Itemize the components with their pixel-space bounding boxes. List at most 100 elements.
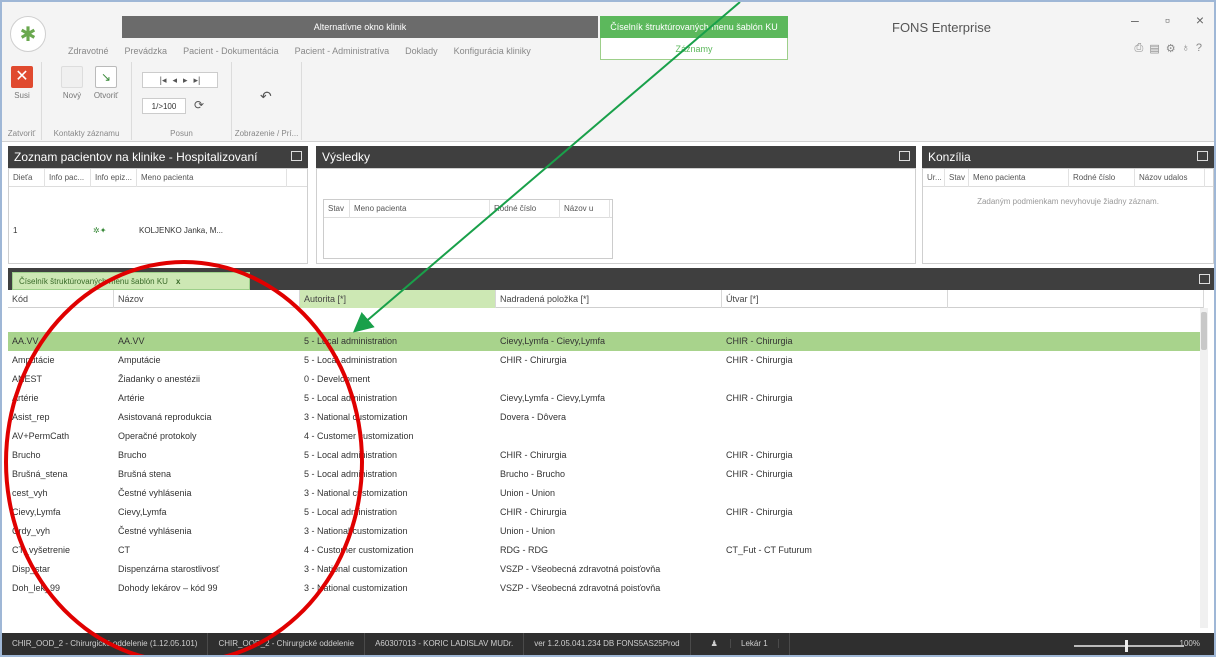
close-tab-icon[interactable]: x [176,277,180,286]
results-grid: Stav Meno pacienta Rodné číslo Názov u [323,199,613,259]
close-window-button[interactable]: × [1196,12,1204,28]
window-controls: – ▫ × [1131,12,1204,28]
first-page-icon[interactable]: |◂ [160,75,167,86]
col-nazov[interactable]: Názov u [560,199,610,218]
col-rodne-cislo[interactable]: Rodné číslo [1069,169,1135,187]
col-autorita[interactable]: Autorita [*] [300,290,496,308]
col-filler [948,290,1204,308]
cell-autorita: 0 - Development [304,374,371,384]
record-navigator: |◂ ◂ ▸ ▸| [142,72,218,88]
maximize-icon[interactable] [291,151,302,161]
cell-autorita: 5 - Local administration [304,355,398,365]
tab-doklady[interactable]: Doklady [397,42,446,60]
tab-zdravotne[interactable]: Zdravotné [60,42,117,60]
fons-logo-icon[interactable]: ✱ [10,16,46,52]
col-info-pac[interactable]: Info pac... [45,169,91,187]
col-meno-pacienta[interactable]: Meno pacienta [350,199,490,218]
help-icon[interactable]: ? [1196,42,1202,55]
group-kontakty: Nový ↘ Otvoriť Kontakty záznamu [42,62,132,140]
zoom-slider-thumb[interactable] [1125,640,1128,652]
next-page-icon[interactable]: ▸ [183,75,188,86]
status-department[interactable]: CHIR_OOD_2 - Chirurgické oddelenie (1.12… [2,633,209,655]
layout-icon[interactable]: ▤ [1149,42,1159,55]
page-counter[interactable]: 1/>100 [142,98,186,114]
print-icon[interactable]: ⎙ [1135,42,1144,55]
table-row[interactable]: cest_vyh Čestné vyhlásenia 3 - National cu… [8,484,1204,503]
cell-nazov: Čestné vyhlásenia [118,526,192,536]
table-row[interactable]: ANEST Žiadanky o anestézii 0 - Development [8,370,1204,389]
maximize-icon[interactable] [1197,151,1208,161]
new-button[interactable]: Nový [58,66,86,100]
col-stav[interactable]: Stav [324,199,350,218]
cell-nadradena: Cievy,Lymfa - Cievy,Lymfa [500,336,606,346]
panel-patients-header: Zoznam pacientov na klinike - Hospitaliz… [8,146,308,168]
cell-nazov: Brušná stena [118,469,172,479]
col-rodne-cislo[interactable]: Rodné číslo [490,199,560,218]
table-row[interactable]: Brušná_stena Brušná stena 5 - Local admini… [8,465,1204,484]
table-row[interactable]: Cievy,Lymfa Cievy,Lymfa 5 - Local administ… [8,503,1204,522]
table-row[interactable]: Disp_star Dispenzárna starostlivosť 3 - Na… [8,560,1204,579]
tab-pacient-dokumentacia[interactable]: Pacient - Dokumentácia [175,42,287,60]
close-icon: ✕ [11,66,33,88]
status-user[interactable]: ♟ Lekár 1 [691,633,790,655]
cell-nadradena [496,427,722,446]
table-row[interactable]: Artérie Artérie 5 - Local administration Ci… [8,389,1204,408]
col-kod[interactable]: Kód [8,290,114,308]
minimize-button[interactable]: – [1131,12,1139,28]
vertical-scrollbar[interactable] [1200,308,1208,628]
cell-nazov: Žiadanky o anestézii [118,374,201,384]
col-nadradena-polozka[interactable]: Nadradená položka [*] [496,290,722,308]
last-page-icon[interactable]: ▸| [194,75,201,86]
undo-icon[interactable]: ↶ [260,88,272,105]
settings-icon[interactable]: ⚙ [1166,42,1176,55]
refresh-icon[interactable]: ⟳ [194,98,204,112]
col-nazov-udalosti[interactable]: Názov udalos [1135,169,1205,187]
table-row[interactable]: Brucho Brucho 5 - Local administration CHIR… [8,446,1204,465]
tab-konfiguracia[interactable]: Konfigurácia kliniky [446,42,539,60]
scrollbar-thumb[interactable] [1201,312,1207,350]
table-row[interactable]: AV+PermCath Operačné protokoly 4 - Custome… [8,427,1204,446]
col-dieta[interactable]: Dieťa [9,169,45,187]
cell-nazov: Čestné vyhlásenia [118,488,192,498]
col-utvar[interactable]: Útvar [*] [722,290,948,308]
cell-utvar [722,579,948,598]
prev-page-icon[interactable]: ◂ [172,75,177,86]
status-ward[interactable]: CHIR_OOD_2 - Chirurgické oddelenie [208,633,366,655]
ribbon: ✱ Alternatívne okno klinik Číselník štru… [2,2,1214,142]
table-row[interactable]: Crdy_vyh Čestné vyhlásenia 3 - National cu… [8,522,1204,541]
col-ur[interactable]: Ur... [923,169,945,187]
table-row[interactable]: Asist_rep Asistovaná reprodukcia 3 - Natio… [8,408,1204,427]
cell-utvar: CT_Fut - CT Futurum [726,545,812,555]
patient-row[interactable]: 1 ✲✦ KOLJENKO Janka, M... [9,221,307,240]
col-stav[interactable]: Stav [945,169,969,187]
document-tab[interactable]: Číselník štruktúrovaných menu šablón KU … [12,272,250,290]
bulb-icon[interactable]: ♁ [1182,42,1190,55]
cell-kod: Disp_star [12,564,51,574]
status-version: ver 1.2.05.041.234 DB FONS5AS25Prod [524,633,691,655]
cell-kod: AA.VV [12,336,39,346]
col-meno-pacienta[interactable]: Meno pacienta [969,169,1069,187]
col-info-epiz[interactable]: Info epiz... [91,169,137,187]
cell-kod: Brušná_stena [12,469,68,479]
open-button[interactable]: ↘ Otvoriť [92,66,120,100]
tab-pacient-administrativa[interactable]: Pacient - Administratíva [287,42,398,60]
col-meno[interactable]: Meno pacienta [137,169,287,187]
cell-nazov: Asistovaná reprodukcia [118,412,212,422]
col-nazov[interactable]: Názov [114,290,300,308]
cell-utvar: CHIR - Chirurgia [726,393,793,403]
cell-nazov: Cievy,Lymfa [118,507,167,517]
table-row[interactable]: AA.VV AA.VV 5 - Local administration Cievy,… [8,332,1204,351]
cell-nadradena [496,370,722,389]
table-row[interactable]: Doh_lek_99 Dohody lekárov – kód 99 3 - Nat… [8,579,1204,598]
zoom-slider[interactable] [1074,645,1184,647]
table-row[interactable]: CT_vyšetrenie CT 4 - Customer customizatio… [8,541,1204,560]
status-doctor[interactable]: A60307013 - KORIC LADISLAV MUDr. [365,633,525,655]
restore-button[interactable]: ▫ [1165,12,1170,28]
cell-nazov: Amputácie [118,355,161,365]
close-record-button[interactable]: ✕ Susi [8,66,36,100]
tab-zaznamy[interactable]: Záznamy [600,38,788,60]
table-row[interactable]: Amputácie Amputácie 5 - Local administrati… [8,351,1204,370]
maximize-icon[interactable] [899,151,910,161]
maximize-icon[interactable] [1199,274,1210,284]
tab-prevadzka[interactable]: Prevádzka [117,42,176,60]
